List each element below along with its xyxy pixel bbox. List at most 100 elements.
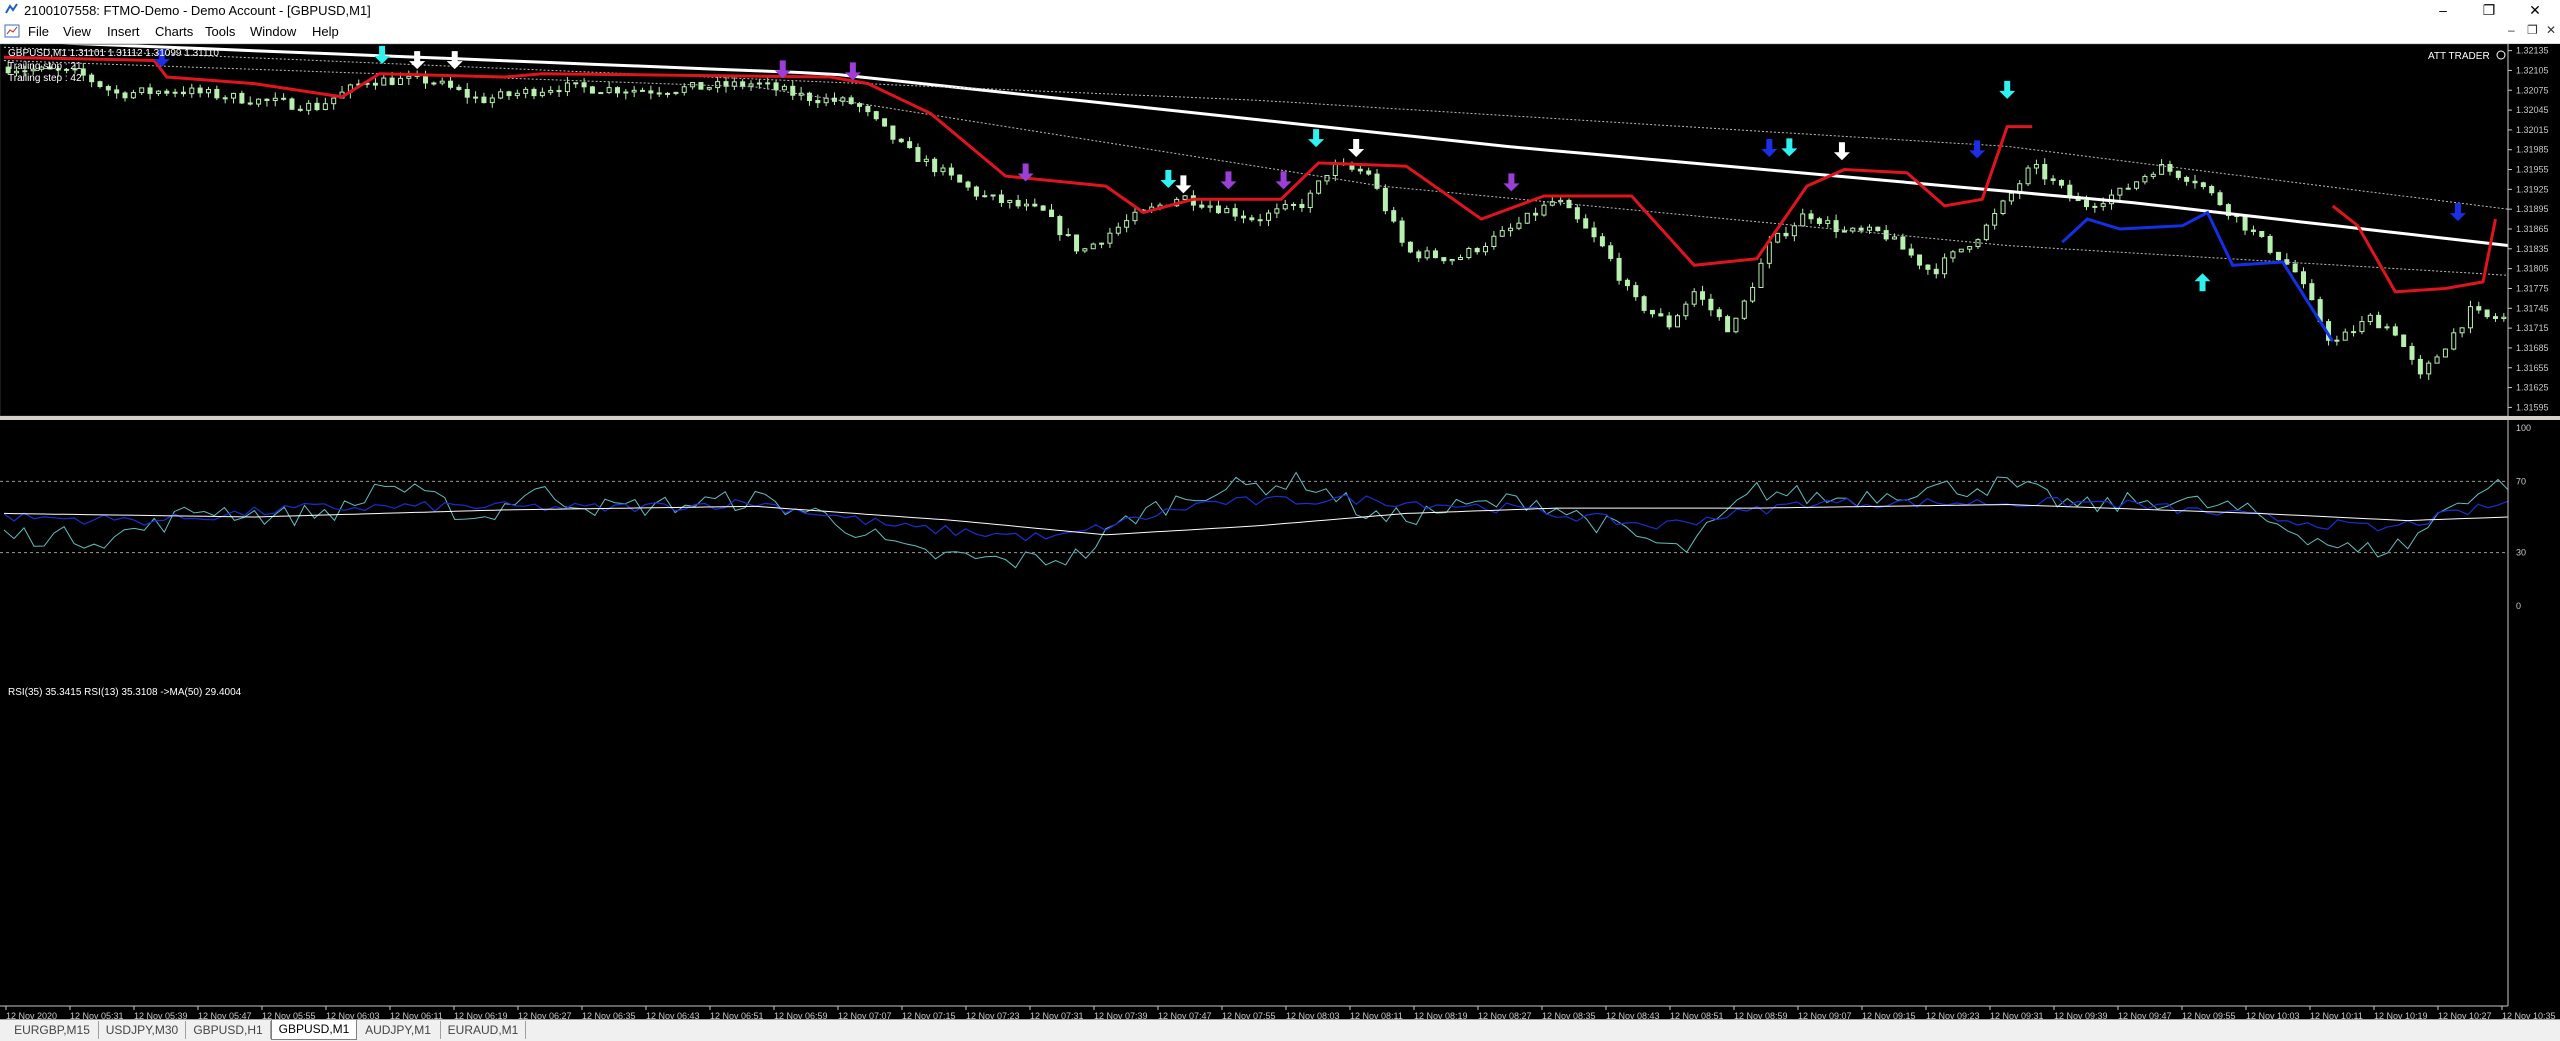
- tab-audjpy-m1[interactable]: AUDJPY,M1: [356, 1021, 441, 1039]
- candle-body: [1457, 257, 1463, 260]
- candle-body: [973, 186, 979, 197]
- candle-body: [907, 141, 913, 149]
- candle-body: [1591, 227, 1597, 238]
- price-label: 1.31745: [2516, 303, 2549, 313]
- title-bar: 2100107558: FTMO-Demo - Demo Account - […: [0, 0, 2560, 21]
- candle-body: [873, 111, 879, 120]
- candle-body: [1541, 204, 1547, 216]
- price-label: 1.31985: [2516, 145, 2549, 155]
- rsi-slow-line: [3, 494, 2509, 542]
- candle-body: [130, 92, 136, 99]
- candle-body: [2301, 271, 2307, 285]
- close-button[interactable]: ✕: [2512, 0, 2558, 21]
- candle-body: [2484, 309, 2490, 318]
- candle-body: [1616, 257, 1622, 281]
- rsi-fast-line: [3, 471, 2509, 569]
- chart-tabs: EURGBP,M15 USDJPY,M30 GBPUSD,H1 GBPUSD,M…: [0, 1019, 2560, 1041]
- minimize-button[interactable]: –: [2420, 0, 2466, 21]
- candle-body: [1741, 300, 1747, 319]
- candle-body: [2250, 229, 2256, 232]
- candle-body: [1725, 316, 1731, 333]
- candle-body: [89, 74, 95, 83]
- candle-body: [1399, 220, 1405, 243]
- price-label: 1.31715: [2516, 323, 2549, 333]
- candle-body: [155, 90, 161, 94]
- candle-body: [1391, 210, 1397, 222]
- candle-body: [806, 92, 812, 102]
- mdi-close-button[interactable]: ✕: [2546, 23, 2556, 37]
- candle-body: [1090, 243, 1096, 250]
- rsi-subwindow-label: RSI(35) 35.3415 RSI(13) 35.3108 ->MA(50)…: [8, 687, 242, 698]
- candle-body: [1691, 291, 1697, 305]
- price-label: 1.31655: [2516, 363, 2549, 373]
- candle-body: [1624, 279, 1630, 287]
- candle-body: [1316, 180, 1322, 194]
- candle-body: [1332, 163, 1338, 177]
- candle-body: [1783, 232, 1789, 237]
- menu-view[interactable]: View: [63, 24, 91, 39]
- candlesticks: [5, 61, 2507, 380]
- candle-body: [2267, 235, 2273, 253]
- candle-body: [740, 81, 746, 87]
- trailing-stop-text: Trailing stop : 21: [8, 61, 82, 72]
- candle-body: [640, 89, 646, 92]
- candle-body: [1608, 245, 1614, 259]
- candle-body: [715, 81, 721, 89]
- candle-body: [665, 92, 671, 95]
- maximize-button[interactable]: ❐: [2466, 0, 2512, 21]
- candle-body: [706, 87, 712, 90]
- candle-body: [523, 88, 529, 94]
- candle-body: [606, 87, 612, 94]
- candle-body: [923, 158, 929, 162]
- pane-splitter: [0, 416, 2560, 420]
- menu-tools[interactable]: Tools: [205, 24, 235, 39]
- candle-body: [2275, 251, 2281, 261]
- candle-body: [1483, 245, 1489, 253]
- candle-body: [2050, 178, 2056, 181]
- candle-body: [1633, 285, 1639, 298]
- candle-body: [1533, 212, 1539, 216]
- candle-body: [2467, 306, 2473, 329]
- tab-gbpusd-h1[interactable]: GBPUSD,H1: [186, 1021, 271, 1039]
- candle-body: [397, 77, 403, 85]
- chart-window[interactable]: 1.32135 1.32105 1.32075 1.32045 1.32015 1.319…: [0, 44, 2560, 1027]
- candle-body: [1917, 254, 1923, 266]
- candle-body: [781, 85, 787, 91]
- candle-body: [548, 89, 554, 93]
- candle-body: [1057, 216, 1063, 236]
- mdi-minimize-button[interactable]: –: [2508, 23, 2515, 37]
- tab-eurgbp-m15[interactable]: EURGBP,M15: [6, 1021, 99, 1039]
- candle-body: [2175, 170, 2181, 178]
- down-arrow-icon: [1833, 142, 1850, 161]
- chart-canvas[interactable]: 1.32135 1.32105 1.32075 1.32045 1.32015 1.319…: [0, 44, 2560, 1027]
- candle-body: [256, 98, 262, 105]
- candle-body: [1524, 212, 1530, 224]
- tab-gbpusd-m1[interactable]: GBPUSD,M1: [271, 1020, 357, 1040]
- candle-body: [1132, 211, 1138, 222]
- tab-usdjpy-m30[interactable]: USDJPY,M30: [99, 1021, 186, 1039]
- tab-euraud-m1[interactable]: EURAUD,M1: [441, 1021, 526, 1039]
- candle-body: [1182, 195, 1188, 200]
- candle-body: [1224, 208, 1230, 214]
- menu-help[interactable]: Help: [312, 24, 339, 39]
- candle-body: [1124, 220, 1130, 228]
- chart-window-icon[interactable]: [4, 24, 20, 38]
- candle-body: [865, 105, 871, 113]
- candle-body: [2451, 332, 2457, 350]
- menu-charts[interactable]: Charts: [155, 24, 193, 39]
- price-label: 1.31805: [2516, 264, 2549, 274]
- signal-arrows: [153, 45, 2466, 292]
- menu-window[interactable]: Window: [250, 24, 296, 39]
- candle-body: [1366, 170, 1372, 175]
- candle-body: [1883, 230, 1889, 240]
- menu-bar: File View Insert Charts Tools Window Hel…: [0, 21, 2560, 44]
- price-label: 1.31865: [2516, 224, 2549, 234]
- down-arrow-icon: [1348, 139, 1365, 157]
- mdi-restore-button[interactable]: ❐: [2527, 23, 2538, 37]
- menu-file[interactable]: File: [28, 24, 49, 39]
- candle-body: [573, 82, 579, 85]
- candle-body: [1958, 248, 1964, 253]
- rsi-axis-label: 30: [2516, 548, 2526, 558]
- menu-insert[interactable]: Insert: [107, 24, 140, 39]
- candle-body: [281, 97, 287, 100]
